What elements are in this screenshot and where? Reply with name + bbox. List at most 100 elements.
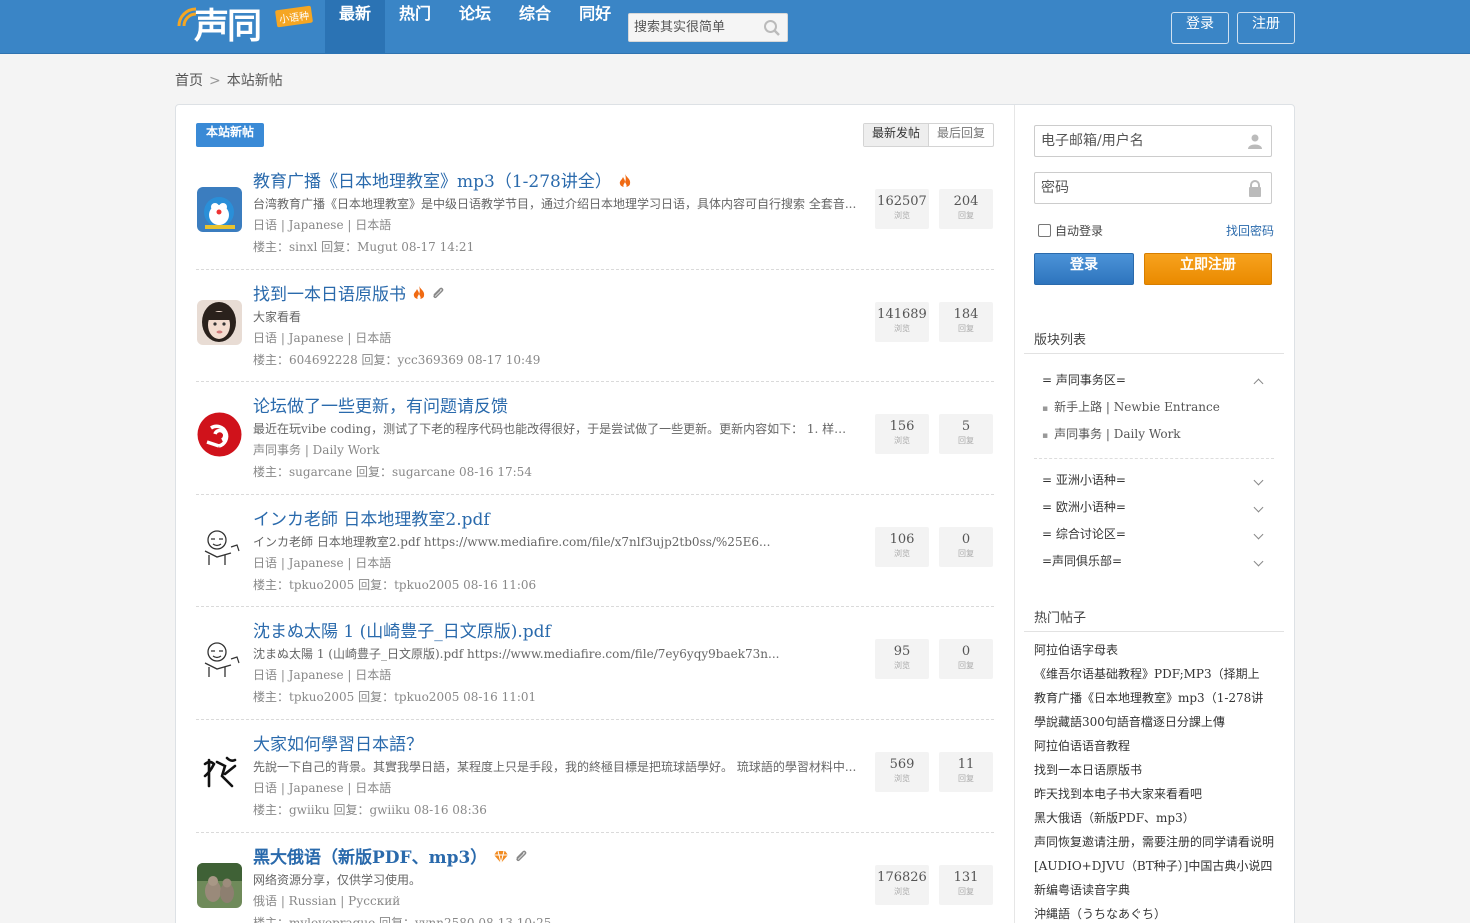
list-title-badge: 本站新帖 [196, 123, 265, 147]
search-input[interactable] [629, 14, 757, 41]
replies-count: 0 回复 [939, 639, 993, 680]
breadcrumb-separator: > [209, 73, 221, 89]
avatar[interactable] [197, 749, 242, 795]
avatar[interactable] [197, 412, 242, 458]
hot-post-link[interactable]: 學說藏語300句語音檔逐日分課上傳 [1034, 710, 1279, 734]
forum-group-club[interactable]: =声同俱乐部= [1034, 548, 1274, 575]
nav-general[interactable]: 综合 [505, 0, 565, 54]
hot-post-link[interactable]: 教育广播《日本地理教室》mp3（1-278讲 [1034, 686, 1279, 710]
register-now-button[interactable]: 立即注册 [1144, 253, 1272, 285]
post-category[interactable]: 日语 | Japanese | 日本語 [253, 329, 391, 346]
post-category[interactable]: 日语 | Japanese | 日本語 [253, 666, 391, 683]
nav-fans[interactable]: 同好 [565, 0, 625, 54]
nav-latest[interactable]: 最新 [325, 0, 386, 54]
post-category[interactable]: 日语 | Japanese | 日本語 [253, 216, 391, 233]
post-meta: 楼主：myloveprague 回复：yynn2580 08-13 10:25 [253, 915, 552, 923]
nav-hot[interactable]: 热门 [385, 0, 445, 54]
post-item: 黑大俄语（新版PDF、mp3） 网络资源分享，仅供学习使用。 俄语 | Russ… [196, 833, 994, 923]
avatar[interactable] [197, 637, 242, 683]
forum-group-european[interactable]: = 欧洲小语种= [1034, 494, 1274, 521]
fire-icon [413, 286, 425, 300]
hot-post-link[interactable]: 昨天找到本电子书大家来看看吧 [1034, 782, 1279, 806]
post-category[interactable]: 声同事务 | Daily Work [253, 441, 379, 458]
post-category[interactable]: 俄语 | Russian | Русский [253, 892, 400, 909]
post-title[interactable]: 沈まぬ太陽 1 (山崎豊子_日文原版).pdf [253, 617, 551, 642]
hot-post-link[interactable]: 阿拉伯语字母表 [1034, 638, 1279, 662]
main-nav: 最新 热门 论坛 综合 同好 [325, 0, 625, 54]
replies-count: 0 回复 [939, 526, 993, 567]
header-register-button[interactable]: 注册 [1237, 12, 1295, 44]
sort-last-reply-tab[interactable]: 最后回复 [929, 124, 993, 146]
forum-newbie[interactable]: 新手上路 | Newbie Entrance [1034, 394, 1274, 421]
nav-forum[interactable]: 论坛 [445, 0, 505, 54]
login-form: 自动登录 找回密码 登录 立即注册 [1034, 125, 1274, 287]
post-meta: 楼主：sugarcane 回复：sugarcane 08-16 17:54 [253, 465, 532, 480]
lock-icon [1249, 180, 1261, 197]
avatar[interactable] [197, 862, 242, 908]
views-count: 106 浏览 [875, 526, 929, 567]
hot-post-link[interactable]: 阿拉伯语语音教程 [1034, 734, 1279, 758]
forum-daily-work[interactable]: 声同事务 | Daily Work [1034, 421, 1274, 448]
views-count: 141689 浏览 [875, 301, 929, 342]
post-excerpt: 大家看看 [253, 309, 302, 324]
hot-post-link[interactable]: [AUDIO+DJVU（BT种子）]中国古典小说四 [1034, 854, 1279, 878]
fire-icon [619, 173, 630, 188]
replies-count: 5 回复 [939, 414, 993, 455]
replies-count: 184 回复 [939, 301, 993, 342]
password-input[interactable] [1035, 173, 1235, 203]
hot-post-link[interactable]: 《维吾尔语基础教程》PDF;MP3（择期上 [1034, 662, 1279, 686]
site-logo[interactable]: 声同 小语种 [176, 4, 314, 50]
logo-text: 声同 [194, 7, 262, 47]
breadcrumb-current: 本站新帖 [226, 73, 283, 89]
forum-group-affairs[interactable]: = 声同事务区= [1034, 367, 1274, 394]
search-icon[interactable] [763, 19, 781, 37]
post-category[interactable]: 日语 | Japanese | 日本語 [253, 554, 391, 571]
post-title[interactable]: 论坛做了一些更新，有问题请反馈 [253, 392, 508, 417]
login-button[interactable]: 登录 [1034, 253, 1134, 285]
post-item: 大家如何學習日本語？ 先說一下自己的背景。其實我學日語，某程度上只是手段，我的終… [196, 720, 994, 833]
post-item: インカ老師 日本地理教室2.pdf インカ老師 日本地理教室2.pdf http… [196, 495, 994, 608]
section-divider [1024, 353, 1284, 354]
header-login-button[interactable]: 登录 [1171, 12, 1229, 44]
post-excerpt: 沈まぬ太陽 1 (山崎豊子_日文原版).pdf https://www.medi… [253, 647, 780, 662]
post-item: 论坛做了一些更新，有问题请反馈 最近在玩vibe coding，测试了下老的程序… [196, 382, 994, 495]
diamond-icon [494, 850, 509, 864]
chevron-down-icon [1253, 475, 1264, 486]
forum-divider [1034, 458, 1274, 459]
forum-group-asian[interactable]: = 亚洲小语种= [1034, 467, 1274, 494]
auto-login-label[interactable]: 自动登录 [1055, 222, 1103, 239]
sort-newest-tab[interactable]: 最新发帖 [863, 124, 929, 146]
hot-posts-title: 热门帖子 [1034, 611, 1087, 626]
login-buttons: 登录 立即注册 [1034, 253, 1274, 287]
avatar[interactable] [197, 524, 242, 570]
breadcrumb-home[interactable]: 首页 [175, 73, 203, 89]
post-title[interactable]: 黑大俄语（新版PDF、mp3） [253, 843, 533, 869]
hot-post-link[interactable]: 声同恢复邀请注册，需要注册的同学请看说明 [1034, 830, 1279, 854]
hot-post-link[interactable]: 找到一本日语原版书 [1034, 758, 1279, 782]
avatar[interactable] [197, 187, 242, 232]
post-excerpt: インカ老師 日本地理教室2.pdf https://www.mediafire.… [253, 534, 771, 549]
post-item: 找到一本日语原版书 大家看看 日语 | Japanese | 日本語 楼主：60… [196, 270, 994, 383]
auto-login-checkbox[interactable] [1038, 224, 1051, 237]
chevron-up-icon [1253, 378, 1264, 389]
top-navbar: 声同 小语种 最新 热门 论坛 综合 同好 登录 注册 [0, 0, 1470, 54]
post-title[interactable]: 教育广播《日本地理教室》mp3（1-278讲全） [253, 167, 636, 193]
post-title[interactable]: 找到一本日语原版书 [253, 280, 450, 306]
avatar[interactable] [197, 299, 242, 345]
main-panel: 本站新帖 最新发帖 最后回复 教育广播《日本地理教室》mp3（1-278讲全） … [175, 104, 1295, 923]
username-field [1034, 125, 1272, 157]
post-title[interactable]: インカ老師 日本地理教室2.pdf [253, 505, 490, 530]
username-input[interactable] [1035, 126, 1235, 156]
list-header: 本站新帖 最新发帖 最后回复 [196, 122, 994, 148]
views-count: 162507 浏览 [875, 189, 929, 229]
hot-post-link[interactable]: 黑大俄语（新版PDF、mp3） [1034, 806, 1279, 830]
post-category[interactable]: 日语 | Japanese | 日本語 [253, 779, 391, 796]
hot-post-link[interactable]: 沖縄語（うちなあぐち） [1034, 902, 1279, 923]
forgot-password-link[interactable]: 找回密码 [1226, 222, 1274, 239]
post-title[interactable]: 大家如何學習日本語？ [253, 730, 423, 755]
hot-post-link[interactable]: 新编粤语读音字典 [1034, 878, 1279, 902]
views-count: 95 浏览 [875, 639, 929, 680]
replies-count: 131 回复 [939, 864, 993, 905]
forum-group-general[interactable]: = 综合讨论区= [1034, 521, 1274, 548]
logo-tag: 小语种 [274, 5, 314, 28]
